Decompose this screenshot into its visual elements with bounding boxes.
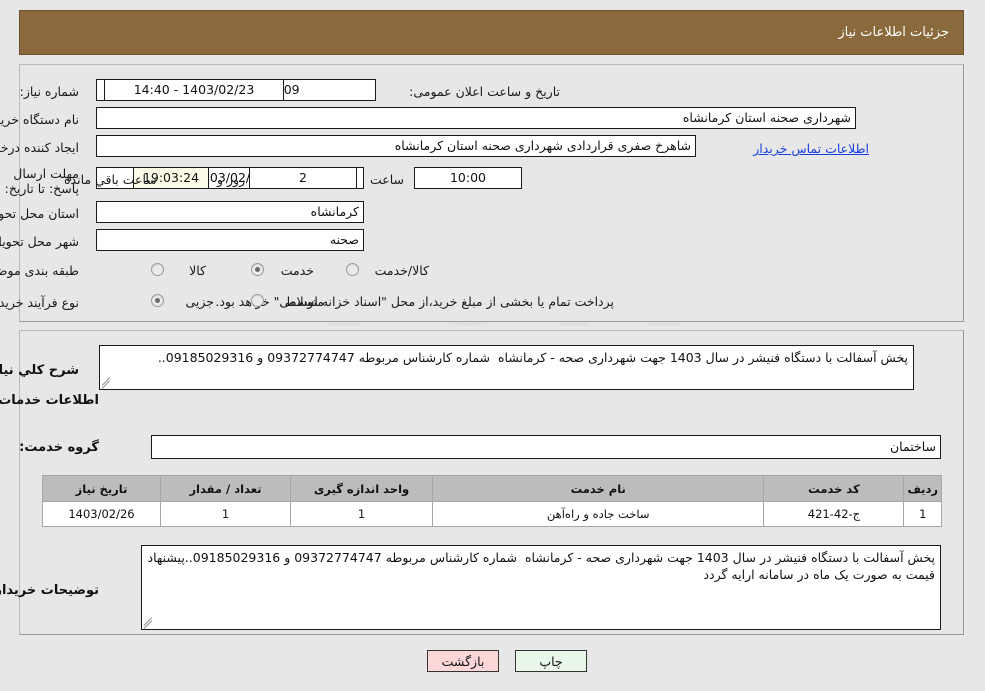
buyer-notes-textarea[interactable]: پخش آسفالت با دستگاه فنیشر در سال 1403 ج…: [142, 545, 942, 630]
radio-category-kala-khedmat[interactable]: [347, 263, 360, 276]
th-row-no: ردیف: [904, 475, 943, 502]
purchase-process-label: نوع فرآیند خرید :: [0, 295, 80, 310]
countdown-timer-label: ساعت باقي مانده: [65, 172, 158, 187]
services-table: ردیف کد خدمت نام خدمت واحد اندازه گیری ت…: [43, 475, 943, 527]
page-root: جزئیات اطلاعات نیاز شماره نیاز: 11030052…: [0, 0, 985, 691]
request-creator-label: ایجاد کننده درخواست:: [0, 140, 80, 155]
buyer-org-value: شهرداری صحنه استان کرمانشاه: [97, 107, 857, 129]
th-service-code: کد خدمت: [764, 475, 906, 502]
buyer-notes-label: توضیحات خریدار:: [0, 583, 100, 598]
radio-label-category-1: خدمت: [281, 263, 315, 278]
cell-row-no: 1: [904, 501, 943, 527]
cell-service-name: ساخت جاده و راه‌آهن: [432, 501, 766, 527]
summary-text: پخش آسفالت با دستگاه فنیشر در سال 1403 ج…: [158, 350, 909, 365]
table-row: 1 ج-42-421 ساخت جاده و راه‌آهن 1 1 1403/…: [43, 501, 943, 527]
buyer-contact-link[interactable]: اطلاعات تماس خریدار: [754, 141, 870, 156]
delivery-city-label: شهر محل تحویل:: [0, 234, 80, 249]
th-unit: واحد اندازه گیری: [291, 475, 434, 502]
cell-service-code: ج-42-421: [764, 501, 906, 527]
buyer-notes-text: پخش آسفالت با دستگاه فنیشر در سال 1403 ج…: [144, 550, 937, 582]
delivery-province-label: استان محل تحویل:: [0, 206, 80, 221]
print-button[interactable]: چاپ: [516, 650, 588, 672]
delivery-province-value: کرمانشاه: [97, 201, 365, 223]
cell-need-date: 1403/02/26: [43, 501, 162, 527]
radio-category-kala[interactable]: [152, 263, 165, 276]
cell-quantity: 1: [161, 501, 292, 527]
buyer-org-label: نام دستگاه خریدار:: [0, 112, 80, 127]
th-need-date: تاریخ نیاز: [43, 475, 162, 502]
summary-label: شرح کلي نیاز:: [0, 363, 80, 378]
radio-process-jozi[interactable]: [152, 294, 165, 307]
back-button[interactable]: بازگشت: [428, 650, 500, 672]
top-info-panel: [20, 64, 965, 322]
th-quantity: تعداد / مقدار: [161, 475, 292, 502]
request-creator-value: شاهرخ صفری قراردادی شهرداری صحنه استان ک…: [97, 135, 697, 157]
deadline-time-value: 10:00: [415, 167, 523, 189]
page-title: جزئیات اطلاعات نیاز: [839, 25, 950, 40]
treasury-payment-note: پرداخت تمام یا بخشی از مبلغ خرید،از محل …: [216, 294, 615, 309]
need-number-label: شماره نیاز:: [20, 84, 80, 99]
deadline-hour-label: ساعت: [370, 172, 405, 187]
radio-category-khedmat[interactable]: [252, 263, 265, 276]
radio-process-motavaset[interactable]: [252, 294, 265, 307]
service-group-label: گروه خدمت:: [20, 440, 100, 455]
remaining-days-label: روز و: [218, 172, 247, 187]
resize-grip-icon[interactable]: [102, 377, 113, 389]
radio-label-process-0: جزیی: [186, 294, 215, 309]
summary-textarea[interactable]: پخش آسفالت با دستگاه فنیشر در سال 1403 ج…: [100, 345, 915, 390]
services-section-title: اطلاعات خدمات مورد نیاز: [0, 393, 100, 408]
window-title-bar: جزئیات اطلاعات نیاز: [20, 10, 965, 55]
table-header-row: ردیف کد خدمت نام خدمت واحد اندازه گیری ت…: [43, 475, 943, 502]
remaining-days-value: 2: [250, 167, 358, 189]
radio-label-category-0: کالا: [190, 263, 207, 278]
resize-grip-icon[interactable]: [144, 617, 155, 629]
radio-label-category-2: کالا/خدمت: [375, 263, 430, 278]
delivery-city-value: صحنه: [97, 229, 365, 251]
th-service-name: نام خدمت: [432, 475, 766, 502]
announce-datetime-label: تاریخ و ساعت اعلان عمومی:: [410, 84, 561, 99]
subject-category-label: طبقه بندی موضوعی:: [0, 263, 80, 278]
announce-datetime-value: 1403/02/23 - 14:40: [105, 79, 285, 101]
service-group-value: ساختمان: [152, 435, 942, 459]
cell-unit: 1: [291, 501, 434, 527]
